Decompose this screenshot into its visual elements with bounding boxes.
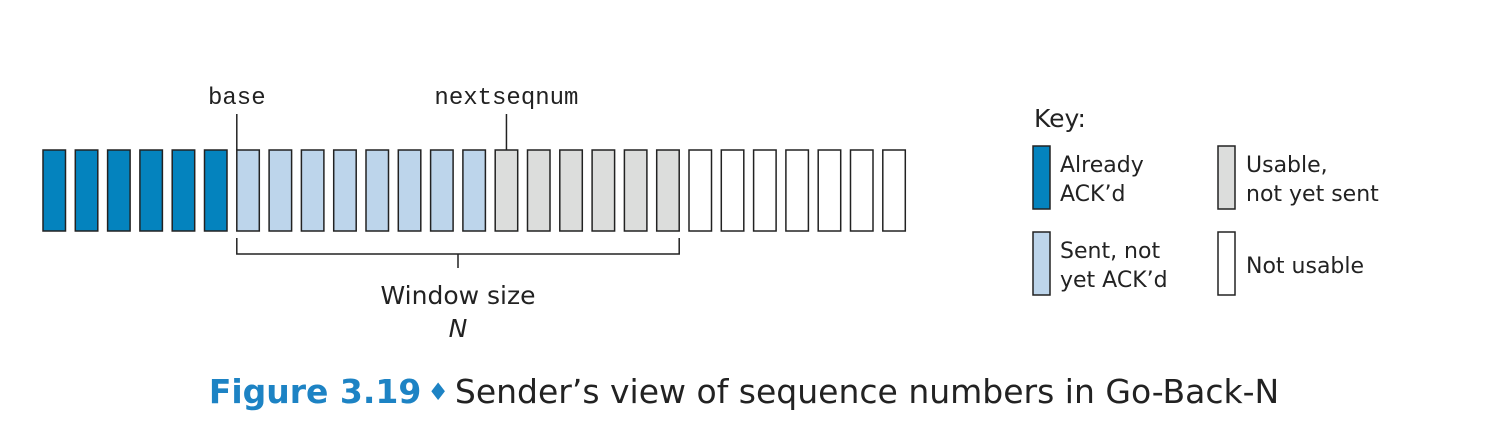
seq-box-usable-not-sent [623,149,648,232]
key-item-usable-not-sent: Usable, not yet sent [1217,145,1379,210]
caption-separator: ♦ [427,378,449,406]
seq-box-already-acked [42,149,67,232]
seq-box-usable-not-sent [591,149,616,232]
key-item-not-usable: Not usable [1217,231,1364,296]
key-swatch-usable-not-sent [1217,145,1236,210]
key-label-line: Sent, not [1060,239,1160,264]
seq-box-not-usable [882,149,907,232]
key-item-sent-not-acked: Sent, not yet ACK’d [1032,231,1168,296]
key-swatch-sent-not-acked [1032,231,1051,296]
seq-box-not-usable [752,149,777,232]
seq-box-not-usable [688,149,713,232]
key-swatch-already-acked [1032,145,1051,210]
key-label-line: Not usable [1246,254,1364,279]
window-size-label: Window size [381,281,536,310]
caption-text: Sender’s view of sequence numbers in Go-… [454,372,1280,411]
seq-box-usable-not-sent [655,149,680,232]
seq-box-not-usable [785,149,810,232]
seq-box-already-acked [74,149,99,232]
key-label-line: ACK’d [1060,182,1125,207]
key-legend: Key: Already ACK’d Usable, not yet sent Sent… [1032,104,1379,296]
seq-box-not-usable [849,149,874,232]
figure-caption: Figure 3.19 ♦ Sender’s view of sequence nu… [0,372,1488,411]
seq-box-sent-not-acked [462,149,487,232]
key-label-line: Already [1060,153,1144,178]
base-label: base [208,85,266,112]
key-label-line: Usable, [1246,153,1328,178]
key-swatch-not-usable [1217,231,1236,296]
key-item-already-acked: Already ACK’d [1032,145,1144,210]
seq-box-not-usable [817,149,842,232]
seq-box-sent-not-acked [332,149,357,232]
seq-box-usable-not-sent [526,149,551,232]
seq-box-sent-not-acked [365,149,390,232]
window-size-n: N [449,314,468,343]
seq-box-not-usable [720,149,745,232]
seq-box-sent-not-acked [397,149,422,232]
seq-box-sent-not-acked [268,149,293,232]
seq-box-usable-not-sent [494,149,519,232]
seq-box-usable-not-sent [559,149,584,232]
seq-box-already-acked [171,149,196,232]
key-label-line: yet ACK’d [1060,268,1168,293]
seq-box-already-acked [106,149,131,232]
figure-number: Figure 3.19 [208,372,422,411]
seq-box-already-acked [203,149,228,232]
seq-box-sent-not-acked [236,149,261,232]
seq-box-already-acked [139,149,164,232]
go-back-n-diagram: base nextseqnum Window size N Key: Alrea… [42,85,1379,343]
window-bracket [236,238,680,268]
sequence-number-boxes [42,149,907,232]
key-label-line: not yet sent [1246,182,1379,207]
key-title: Key: [1034,104,1086,133]
nextseqnum-label: nextseqnum [434,85,578,112]
seq-box-sent-not-acked [300,149,325,232]
seq-box-sent-not-acked [429,149,454,232]
